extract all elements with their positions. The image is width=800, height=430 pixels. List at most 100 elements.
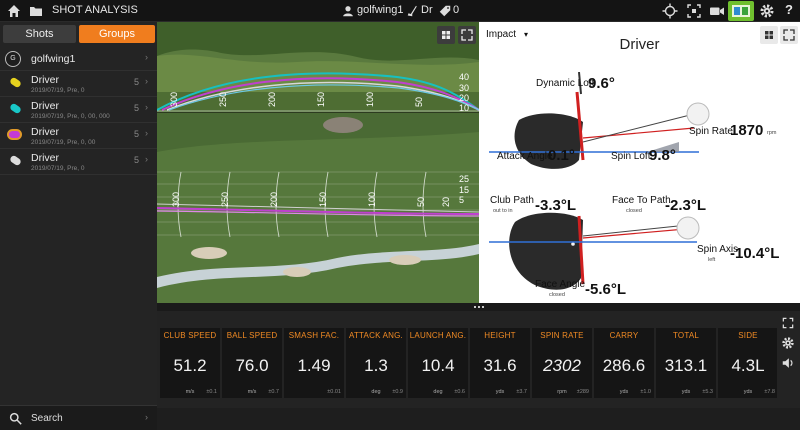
list-item-name: Driver: [31, 126, 59, 138]
grid-view-button[interactable]: [437, 26, 455, 44]
club-label[interactable]: Dr: [421, 4, 433, 16]
metric-tile-launch-angle[interactable]: LAUNCH ANG. 10.4 deg ±0.6: [408, 328, 468, 398]
metric-value: 76.0: [235, 356, 269, 375]
list-item[interactable]: Driver 2019/07/19, Pre, 0 5 ›: [0, 149, 157, 175]
grid-icon: [442, 31, 450, 39]
metric-tolerance: ±0.7: [268, 389, 279, 395]
expand-button[interactable]: [458, 26, 476, 44]
metric-unit: m/s: [185, 389, 195, 395]
video-camera-icon[interactable]: [709, 3, 725, 19]
chevron-right-icon: ›: [145, 154, 148, 164]
user-badge: G: [5, 51, 21, 67]
shot-trajectory-view[interactable]: 300 250 200 150 100 50 40 30 20 10 300 2…: [157, 22, 479, 303]
screenshot-icon[interactable]: [686, 3, 702, 19]
gear-icon[interactable]: [781, 336, 795, 350]
sidebar-user-item[interactable]: G golfwing1 ›: [0, 47, 157, 71]
list-item-sub: 2019/07/19, Pre, 0, 00: [31, 139, 96, 146]
club-title: Driver: [619, 36, 660, 53]
metric-tolerance: ±0.01: [327, 389, 341, 395]
metric-tile-total[interactable]: TOTAL 313.1 yds ±5.3: [656, 328, 716, 398]
page-title: SHOT ANALYSIS: [52, 4, 138, 16]
user-icon: [343, 6, 353, 17]
metric-tile-side[interactable]: SIDE 4.3L yds ±7.8: [718, 328, 778, 398]
top-distance-label: 20: [441, 197, 451, 207]
metric-tile-carry[interactable]: CARRY 286.6 yds ±1.0: [594, 328, 654, 398]
metric-tile-height[interactable]: HEIGHT 31.6 yds ±3.7: [470, 328, 530, 398]
gear-icon[interactable]: [759, 3, 775, 19]
course-map-button[interactable]: [728, 1, 754, 21]
metrics-tools: [777, 311, 800, 408]
chevron-right-icon: ›: [145, 52, 148, 62]
course-map-icon: [732, 5, 750, 17]
face-angle-note: closed: [549, 292, 565, 298]
metric-tile-ball-speed[interactable]: BALL SPEED 76.0 m/s ±0.7: [222, 328, 282, 398]
spin-axis-value: -10.4°L: [730, 245, 780, 262]
metric-tile-club-speed[interactable]: CLUB SPEED 51.2 m/s ±0.1: [160, 328, 220, 398]
club-path-value: -3.3°L: [535, 197, 577, 214]
sidebar-user-name: golfwing1: [31, 53, 76, 65]
side-distance-label: 250: [218, 92, 228, 107]
drag-grip-icon: [474, 306, 484, 308]
dynamic-loft-label: Dynamic Loft: [536, 78, 595, 89]
folder-icon[interactable]: [28, 3, 44, 19]
list-item-name: Driver: [31, 74, 59, 86]
tab-shots[interactable]: Shots: [3, 25, 76, 43]
chevron-right-icon: ›: [145, 412, 148, 422]
side-height-label: 10: [459, 103, 469, 113]
search-label: Search: [31, 413, 63, 424]
spin-rate-unit: rpm: [767, 130, 777, 136]
metric-value: 313.1: [664, 356, 708, 375]
list-item-count: 5: [134, 103, 140, 113]
face-to-path-label: Face To Path: [612, 195, 671, 206]
list-item-count: 5: [134, 155, 140, 165]
list-item-count: 5: [134, 77, 140, 87]
metric-tile-spin-rate[interactable]: SPIN RATE 2302 rpm ±289: [532, 328, 592, 398]
spin-loft-value: 9.8°: [649, 147, 676, 164]
list-item[interactable]: Driver 2019/07/19, Pre, 0, 00, 000 5 ›: [0, 97, 157, 123]
home-icon[interactable]: [6, 3, 22, 19]
metric-label: SMASH FAC.: [288, 331, 340, 340]
top-distance-label: 300: [171, 192, 181, 207]
crosshair-icon[interactable]: [662, 3, 678, 19]
speaker-icon[interactable]: [781, 356, 795, 370]
metric-tile-attack-angle[interactable]: ATTACK ANG. 1.3 deg ±0.9: [346, 328, 406, 398]
face-to-path-value: -2.3°L: [665, 197, 707, 214]
grid-view-button[interactable]: [760, 26, 778, 44]
spin-rate-label: Spin Rate: [689, 126, 733, 137]
list-item[interactable]: Driver 2019/07/19, Pre, 0, 00 5 ›: [0, 123, 157, 149]
metric-tile-smash-factor[interactable]: SMASH FAC. 1.49 ±0.01: [284, 328, 344, 398]
expand-button[interactable]: [780, 26, 798, 44]
side-distance-label: 150: [316, 92, 326, 107]
top-distance-label: 250: [220, 192, 230, 207]
metric-unit: yds: [619, 389, 629, 395]
metric-unit: yds: [743, 389, 753, 395]
club-icon: [407, 5, 417, 17]
metric-value: 51.2: [173, 356, 207, 375]
metric-tolerance: ±0.9: [392, 389, 403, 395]
help-icon[interactable]: ?: [785, 2, 793, 17]
user-name[interactable]: golfwing1: [357, 4, 403, 16]
tag-icon: [439, 5, 451, 17]
list-item[interactable]: Driver 2019/07/19, Pre, 0 5 ›: [0, 71, 157, 97]
expand-icon: [461, 29, 473, 41]
metric-label: CLUB SPEED: [163, 331, 217, 340]
top-width-label: 5: [459, 195, 464, 205]
metric-label: ATTACK ANG.: [349, 331, 403, 340]
side-distance-label: 200: [267, 92, 277, 107]
metric-value: 286.6: [602, 356, 646, 375]
panel-resize-handle[interactable]: [157, 303, 800, 311]
top-distance-label: 50: [416, 197, 426, 207]
top-distance-label: 100: [367, 192, 377, 207]
metric-tolerance: ±7.8: [764, 389, 775, 395]
top-width-label: 25: [459, 174, 469, 184]
expand-icon[interactable]: [781, 316, 795, 330]
side-distance-label: 300: [169, 92, 179, 107]
sidebar: Shots Groups G golfwing1 › Driver 2019/0…: [0, 22, 157, 430]
tab-groups[interactable]: Groups: [79, 25, 155, 43]
list-item-sub: 2019/07/19, Pre, 0: [31, 87, 85, 94]
metric-unit: yds: [495, 389, 505, 395]
search-bar[interactable]: Search ›: [0, 405, 157, 430]
metric-value: 31.6: [483, 356, 517, 375]
metric-unit: m/s: [247, 389, 257, 395]
top-width-label: 15: [459, 185, 469, 195]
